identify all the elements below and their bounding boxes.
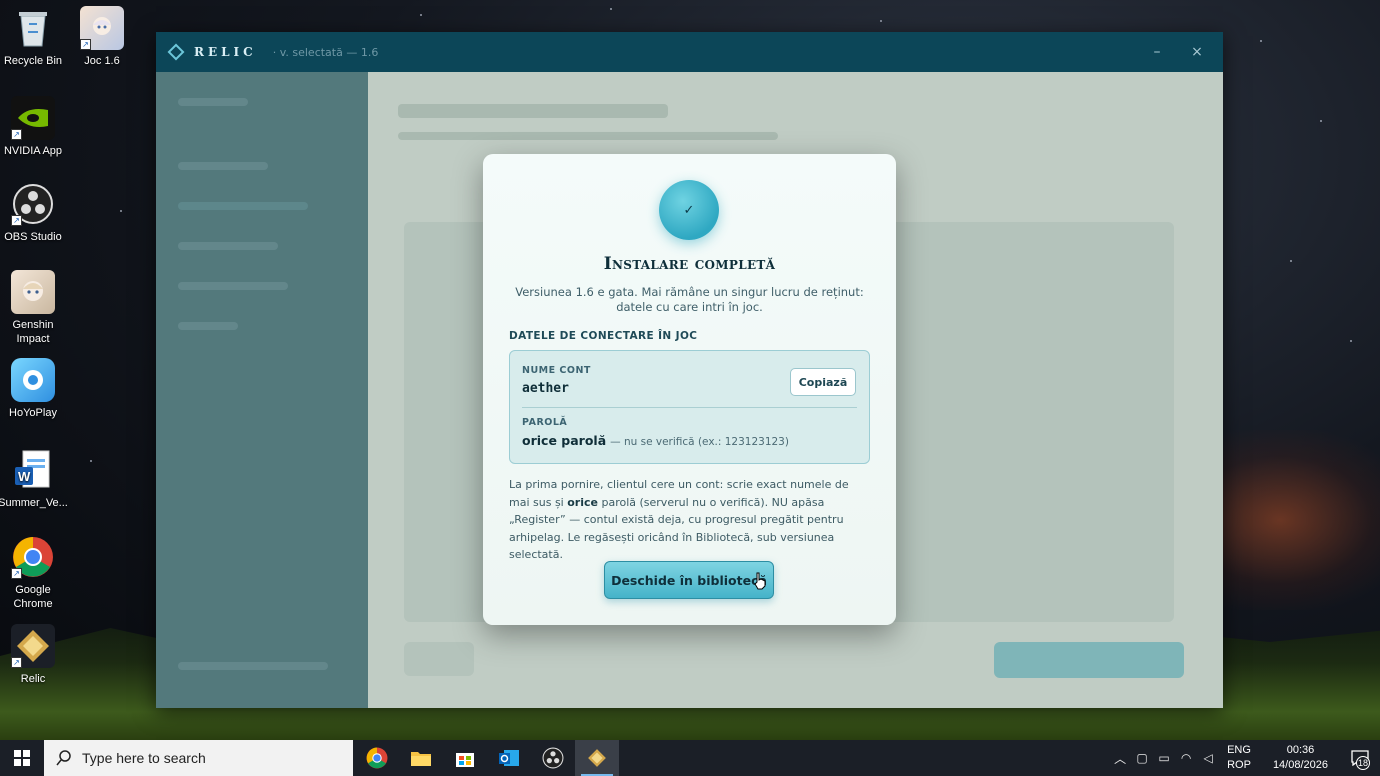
- desktop-icon-recycle-bin[interactable]: Recycle Bin: [0, 6, 68, 68]
- desktop-icon-relic[interactable]: ↗ Relic: [0, 624, 68, 686]
- taskbar-chrome[interactable]: [355, 740, 399, 776]
- store-icon: [456, 753, 474, 767]
- desktop-icon-chrome[interactable]: ↗ Google Chrome: [0, 535, 68, 611]
- taskbar-outlook[interactable]: [487, 740, 531, 776]
- input-language[interactable]: ENG ROP: [1227, 743, 1251, 773]
- copy-account-button[interactable]: Copiază: [790, 368, 856, 396]
- desktop-icon-label: Google Chrome: [13, 584, 53, 610]
- modal-title: Instalare completă: [603, 254, 776, 274]
- obs-icon: ↗: [11, 182, 55, 226]
- obs-icon: [542, 747, 564, 769]
- taskbar-relic[interactable]: [575, 740, 619, 776]
- desktop-icon-label: Recycle Bin: [3, 55, 63, 67]
- desktop-icon-label: Summer_Ve...: [0, 497, 68, 509]
- clock-date: 14/08/2026: [1272, 759, 1328, 771]
- search-icon: [56, 750, 71, 766]
- word-doc-icon: W: [11, 448, 55, 492]
- taskbar-store[interactable]: [443, 740, 487, 776]
- password-row: orice parolă — nu se verifică (ex.: 1231…: [522, 433, 789, 448]
- desktop-icon-obs[interactable]: ↗ OBS Studio: [0, 182, 68, 244]
- volume-icon[interactable]: ◁: [1197, 751, 1219, 765]
- desktop-icon-label: OBS Studio: [4, 231, 62, 243]
- account-value: aether: [522, 381, 569, 396]
- notification-count: 18: [1356, 756, 1370, 770]
- credentials-divider: [522, 407, 857, 408]
- account-label: NUME CONT: [522, 365, 591, 376]
- desktop-icon-label: Relic: [20, 673, 46, 685]
- chrome-icon: ↗: [11, 535, 55, 579]
- password-label: PAROLĂ: [522, 417, 568, 428]
- taskbar-obs[interactable]: [531, 740, 575, 776]
- password-note: — nu se verifică (ex.: 123123123): [610, 436, 789, 448]
- desktop-icon-joc[interactable]: ↗ Joc 1.6: [67, 6, 137, 68]
- system-tray: ︿ ▢ ▭ ◠ ◁ ENG ROP 00:36 14/08/2026 18: [1109, 740, 1380, 776]
- chrome-icon: [366, 747, 388, 769]
- password-value: orice parolă: [522, 433, 607, 448]
- desktop-icon-label: Joc 1.6: [84, 55, 120, 67]
- notification-center-button[interactable]: 18: [1340, 740, 1380, 776]
- open-in-library-button[interactable]: Deschide în bibliotecă: [604, 561, 774, 599]
- app-titlebar: RELIC · v. selectată — 1.6 – ×: [156, 32, 1223, 72]
- success-check-icon: ✓: [659, 180, 719, 240]
- desktop-icon-label: Genshin Impact: [12, 319, 54, 345]
- network-icon[interactable]: ◠: [1175, 751, 1197, 765]
- battery-icon[interactable]: ▭: [1153, 751, 1175, 765]
- start-button[interactable]: [0, 740, 44, 776]
- credentials-section-label: DATELE DE CONECTARE ÎN JOC: [509, 330, 698, 342]
- chevron-up-icon[interactable]: ︿: [1109, 750, 1131, 767]
- hoyoplay-icon: [11, 358, 55, 402]
- credentials-box: NUME CONT aether Copiază PAROLĂ orice pa…: [509, 350, 870, 464]
- search-placeholder: Type here to search: [82, 750, 206, 766]
- relic-icon: [588, 749, 606, 767]
- clock-time: 00:36: [1286, 744, 1315, 756]
- relic-logo-icon: [167, 43, 185, 61]
- windows-taskbar: Type here to search ︿ ▢ ▭ ◠ ◁ ENG ROP 00…: [0, 740, 1380, 776]
- close-button[interactable]: ×: [1177, 32, 1217, 72]
- meet-now-icon[interactable]: ▢: [1131, 751, 1153, 765]
- modal-subtitle: Versiunea 1.6 e gata. Mai rămâne un sing…: [515, 285, 864, 314]
- login-instructions: La prima pornire, clientul cere un cont:…: [509, 478, 849, 561]
- relic-icon: ↗: [11, 624, 55, 668]
- taskbar-file-explorer[interactable]: [399, 740, 443, 776]
- nvidia-icon: ↗: [11, 96, 55, 140]
- desktop-icon-genshin[interactable]: Genshin Impact: [0, 270, 68, 346]
- svg-text:W: W: [18, 469, 31, 484]
- desktop-icon-word-doc[interactable]: W Summer_Ve...: [0, 448, 68, 510]
- game-shortcut-icon: ↗: [80, 6, 124, 50]
- desktop-icon-nvidia[interactable]: ↗ NVIDIA App: [0, 96, 68, 158]
- app-name: RELIC: [194, 45, 257, 59]
- windows-logo-icon: [14, 750, 30, 766]
- minimize-button[interactable]: –: [1137, 32, 1177, 72]
- outlook-icon: [499, 750, 519, 766]
- desktop-icon-label: HoYoPlay: [9, 407, 57, 419]
- recycle-bin-icon: [11, 6, 55, 50]
- genshin-icon: [11, 270, 55, 314]
- hand-cursor-icon: [754, 572, 766, 590]
- app-version: · v. selectată — 1.6: [272, 45, 379, 59]
- taskbar-search-box[interactable]: Type here to search: [44, 740, 353, 776]
- taskbar-clock[interactable]: 00:36 14/08/2026: [1273, 743, 1328, 773]
- install-complete-modal: ✓ Instalare completă Versiunea 1.6 e gat…: [483, 154, 896, 625]
- desktop-icon-hoyoplay[interactable]: HoYoPlay: [0, 358, 68, 420]
- file-explorer-icon: [411, 752, 431, 766]
- desktop-icon-label: NVIDIA App: [3, 145, 63, 157]
